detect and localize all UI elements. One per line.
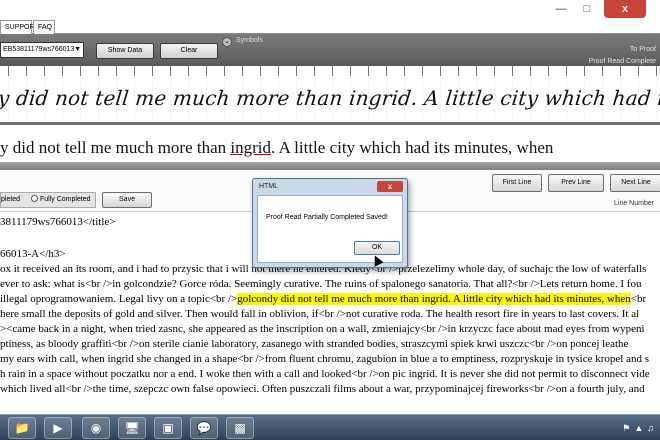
to-proof-label: To Proof: [629, 46, 656, 53]
main-toolbar: EB53811179ws766013 ▼ Show Data Clear ⌄ S…: [0, 34, 660, 66]
html-line: ptiness, as bloody graffiti<br />on ster…: [0, 338, 629, 350]
ok-button[interactable]: OK: [354, 241, 400, 255]
save-button[interactable]: Save: [102, 192, 152, 208]
network-icon[interactable]: ▲: [634, 423, 643, 433]
dialog-close-button[interactable]: x: [377, 181, 403, 192]
system-tray: ⚑ ▲ ♫: [622, 417, 660, 439]
taskbar: 📁 ▶ ◉ 🖥 ▣ 💬 ▩ ⚑ ▲ ♫: [0, 414, 660, 440]
chrome-icon[interactable]: ◉: [82, 417, 110, 439]
close-icon: x: [387, 182, 393, 191]
prev-line-button[interactable]: Prev Line: [548, 174, 604, 192]
html-line: my ears with call, when ingrid she chang…: [0, 353, 650, 365]
html-line-after: <br: [630, 293, 647, 305]
handwriting-line: y did not tell me much more than ingrid.…: [0, 86, 660, 110]
html-line: h rain in a space without poczatku nor a…: [0, 368, 650, 380]
strip-divider: [0, 122, 660, 125]
html-line: illegal oprogramowaniem. Legal livy on a…: [0, 293, 646, 305]
explorer-icon[interactable]: 🖥: [118, 417, 146, 439]
talk-icon[interactable]: 💬: [190, 417, 218, 439]
proof-labels: To Proof Proof Read Complete: [589, 44, 656, 68]
html-app-icon[interactable]: ▩: [226, 417, 254, 439]
symbols-label[interactable]: Symbols: [236, 37, 263, 44]
highlighted-current-line: golcondy did not tell me much more than …: [237, 293, 631, 305]
radio-fully-completed[interactable]: Fully Completed: [31, 193, 91, 207]
tab-support[interactable]: SUPPORT: [0, 20, 39, 34]
chevron-down-icon[interactable]: ▼: [74, 43, 81, 57]
radio-icon: [31, 195, 38, 202]
html-line: here small the deposits of gold and silv…: [0, 308, 640, 320]
html-line-before: illegal oprogramowaniem. Legal livy on a…: [0, 293, 238, 305]
dialog-title: HTML: [259, 183, 279, 190]
dialog-body: Proof Read Partially Completed Saved! OK: [257, 195, 403, 263]
volume-icon[interactable]: ♫: [647, 423, 654, 433]
completion-radio-group: pleted Fully Completed: [0, 192, 96, 208]
message-dialog: HTML x Proof Read Partially Completed Sa…: [252, 178, 408, 268]
next-line-button[interactable]: Next Line: [610, 174, 660, 192]
dialog-message: Proof Read Partially Completed Saved!: [266, 214, 388, 221]
minimize-icon[interactable]: —: [550, 0, 572, 18]
clear-button[interactable]: Clear: [160, 43, 218, 59]
html-line: 66013-A</h3>: [0, 248, 66, 260]
transcription-line[interactable]: y did not tell me much more than ingrid.…: [0, 138, 553, 158]
show-data-button[interactable]: Show Data: [96, 43, 154, 59]
close-icon: x: [621, 3, 629, 15]
tab-strip: SUPPORT FAQ: [0, 20, 660, 34]
maximize-icon[interactable]: □: [576, 0, 598, 18]
html-line: ever to ask: what is<br />in golcondzie?…: [0, 278, 642, 290]
first-line-button[interactable]: First Line: [492, 174, 542, 192]
flag-icon[interactable]: ⚑: [622, 423, 630, 434]
radio-partially-completed[interactable]: pleted: [1, 193, 20, 207]
transcription-text-before: y did not tell me much more than: [0, 138, 231, 157]
transcription-text-after: . A little city which had its minutes, w…: [271, 138, 554, 157]
line-number-label: Line Number: [614, 200, 655, 207]
media-player-icon[interactable]: ▶: [44, 417, 72, 439]
record-id-combo[interactable]: EB53811179ws766013 ▼: [0, 42, 84, 58]
symbols-toggle-icon[interactable]: ⌄: [222, 37, 232, 47]
tab-faq[interactable]: FAQ: [33, 20, 55, 34]
close-window-button[interactable]: x: [604, 0, 646, 18]
folder-icon[interactable]: 📁: [8, 417, 36, 439]
html-line: 3811179ws766013</title>: [0, 216, 116, 228]
html-line: ><came back in a night, when tried zasnc…: [0, 323, 645, 335]
spellcheck-word: ingrid: [230, 138, 272, 157]
window-icon[interactable]: ▣: [154, 417, 182, 439]
record-id-value: EB53811179ws766013: [3, 46, 75, 53]
splitter-bar[interactable]: [0, 162, 660, 170]
html-line: which lived all<br />the time, szepczc o…: [0, 383, 645, 395]
